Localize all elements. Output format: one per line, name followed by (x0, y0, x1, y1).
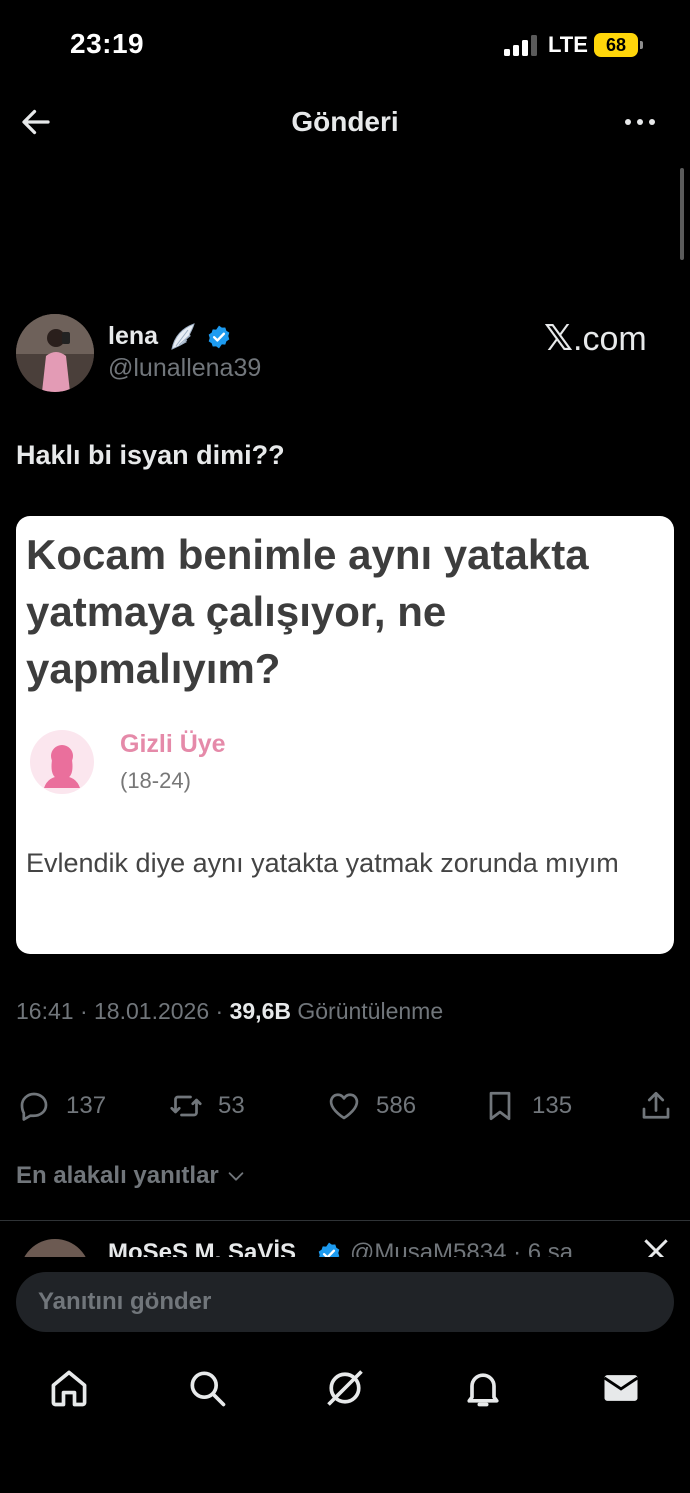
media-age: (18-24) (120, 768, 191, 793)
battery-icon: 68 (594, 33, 638, 57)
grok-icon[interactable] (323, 1366, 367, 1410)
view-count: 39,6B (229, 998, 291, 1024)
post-text: Haklı bi isyan dimi?? (16, 440, 285, 470)
more-horizontal-icon[interactable] (620, 104, 660, 140)
display-name[interactable]: lena (108, 322, 158, 351)
meta-separator: · (215, 998, 224, 1024)
views-label[interactable]: Görüntülenme (297, 998, 443, 1024)
media-headline: Kocam benimle aynı yatakta yatmaya çalış… (26, 531, 589, 692)
heart-icon (329, 1093, 359, 1120)
signal-icon (504, 34, 540, 56)
reply-button[interactable]: 137 (16, 1086, 106, 1126)
reply-avatar[interactable] (20, 1239, 90, 1257)
page-title: Gönderi (291, 106, 399, 137)
scrollbar[interactable] (680, 168, 684, 260)
verified-badge-icon (318, 1242, 340, 1257)
home-icon[interactable] (47, 1366, 91, 1410)
reply-preview[interactable]: MoSeS M. SaVİS @MusaM5834 · 6 sa (0, 1221, 690, 1257)
like-button[interactable]: 586 (326, 1086, 416, 1126)
wing-icon (171, 323, 195, 350)
bookmark-button[interactable]: 135 (482, 1086, 572, 1126)
bell-icon[interactable] (461, 1366, 505, 1410)
media-body-text: Evlendik diye aynı yatakta yatmak zorund… (26, 848, 619, 878)
media-username: Gizli Üye (120, 730, 226, 758)
share-icon (642, 1091, 670, 1119)
status-time: 23:19 (70, 28, 145, 59)
bookmark-count: 135 (532, 1092, 573, 1119)
reply-display-name[interactable]: MoSeS M. SaVİS (108, 1239, 296, 1257)
like-count: 586 (376, 1092, 417, 1119)
search-icon[interactable] (185, 1366, 229, 1410)
bookmark-icon (489, 1091, 511, 1121)
x-logo-icon: 𝕏 (544, 318, 574, 359)
replies-sort-dropdown[interactable]: En alakalı yanıtlar (16, 1162, 247, 1190)
post-media-image[interactable]: Kocam benimle aynı yatakta yatmaya çalış… (16, 516, 674, 954)
reply-composer-input[interactable]: Yanıtını gönder (16, 1272, 674, 1332)
avatar[interactable] (16, 314, 94, 392)
anonymous-user-icon (30, 730, 94, 794)
repost-icon (170, 1095, 202, 1117)
post-time: 16:41 (16, 998, 74, 1024)
x-com-watermark: 𝕏.com (544, 318, 647, 359)
verified-badge-icon[interactable] (206, 324, 232, 350)
share-button[interactable] (638, 1086, 688, 1126)
reply-count: 137 (66, 1092, 107, 1119)
x-logo-icon (644, 1239, 668, 1257)
post-meta: 16:41 · 18.01.2026 · 39,6B Görüntülenme (16, 998, 443, 1025)
network-label: LTE (548, 32, 588, 57)
user-handle[interactable]: @lunallena39 (108, 354, 261, 383)
source-domain: .com (573, 320, 647, 358)
replies-sort-label: En alakalı yanıtlar (16, 1162, 219, 1189)
repost-count: 53 (218, 1092, 245, 1119)
comment-icon (20, 1092, 48, 1121)
envelope-icon[interactable] (599, 1366, 643, 1410)
repost-button[interactable]: 53 (168, 1086, 245, 1126)
post-date: 18.01.2026 (94, 998, 210, 1024)
meta-separator: · (79, 998, 88, 1024)
chevron-down-icon (228, 1172, 244, 1181)
reply-handle-time: @MusaM5834 · 6 sa (350, 1239, 574, 1257)
battery-nub (640, 41, 643, 49)
